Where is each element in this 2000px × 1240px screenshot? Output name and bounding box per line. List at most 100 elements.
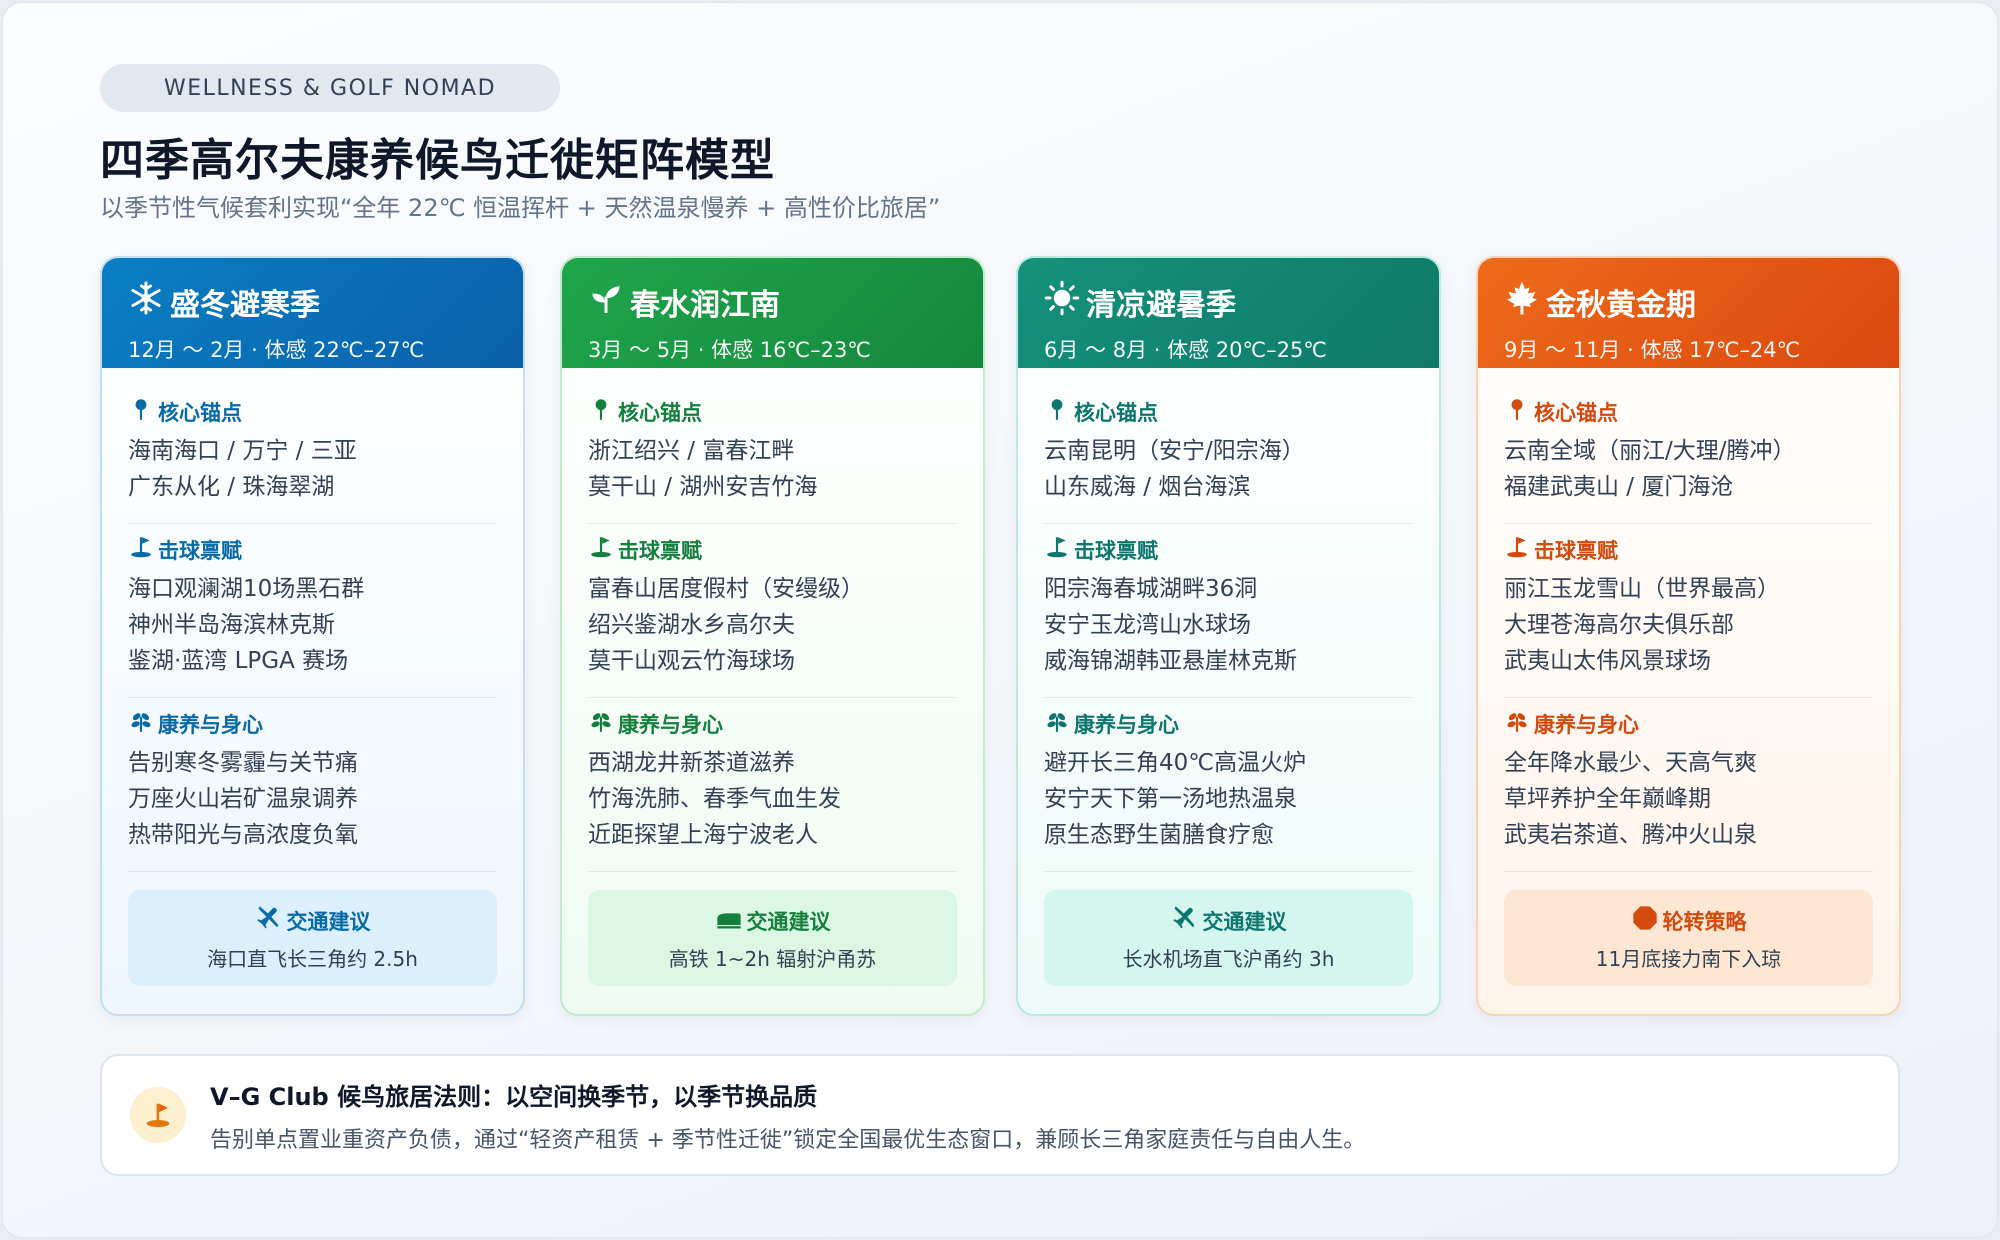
list-item: 云南昆明（安宁/阳宗海） xyxy=(1044,438,1305,464)
list-item: 武夷岩茶道、腾冲火山泉 xyxy=(1504,822,1757,848)
card-title: 清凉避暑季 xyxy=(1086,288,1236,323)
header-badge: WELLNESS & GOLF NOMAD xyxy=(100,64,560,112)
list-item: 海口观澜湖10场黑石群 xyxy=(128,576,365,602)
list-item: 浙江绍兴 / 富春江畔 xyxy=(588,438,795,464)
list-item: 广东从化 / 珠海翠湖 xyxy=(128,474,335,500)
list-item: 热带阳光与高浓度负氧 xyxy=(128,822,358,848)
anchor-section: 核心锚点 海南海口 / 万宁 / 三亚 广东从化 / 珠海翠湖 xyxy=(128,386,497,524)
stop-icon xyxy=(1631,904,1659,937)
list-item: 全年降水最少、天高气爽 xyxy=(1504,750,1757,776)
list-item: 万座火山岩矿温泉调养 xyxy=(128,786,358,812)
card-title: 盛冬避寒季 xyxy=(170,288,320,323)
transport-box: 轮转策略 11月底接力南下入琼 xyxy=(1504,890,1873,986)
pin-icon xyxy=(1044,396,1070,427)
list-item: 近距探望上海宁波老人 xyxy=(588,822,818,848)
list-item: 莫干山 / 湖州安吉竹海 xyxy=(588,474,818,500)
golf-flag-icon xyxy=(588,534,614,565)
section-label: 核心锚点 xyxy=(618,400,702,425)
golf-flag-icon xyxy=(128,534,154,565)
list-item: 竹海洗肺、春季气血生发 xyxy=(588,786,841,812)
transport-label: 交通建议 xyxy=(746,909,831,934)
list-item: 安宁玉龙湾山水球场 xyxy=(1044,612,1251,638)
list-item: 山东威海 / 烟台海滨 xyxy=(1044,474,1251,500)
list-item: 海南海口 / 万宁 / 三亚 xyxy=(128,438,357,464)
footer-callout: V–G Club 候鸟旅居法则：以空间换季节，以季节换品质 告别单点置业重资产负… xyxy=(100,1054,1900,1176)
list-item: 阳宗海春城湖畔36洞 xyxy=(1044,576,1258,602)
golf-flag-icon xyxy=(1044,534,1070,565)
section-label: 核心锚点 xyxy=(1074,400,1158,425)
list-item: 神州半岛海滨林克斯 xyxy=(128,612,335,638)
list-item: 富春山居度假村（安缦级） xyxy=(588,576,864,602)
transport-box: 交通建议 高铁 1~2h 辐射沪甬苏 xyxy=(588,890,957,986)
card-range: 12月 ～ 2月 · 体感 22℃–27℃ xyxy=(128,338,425,362)
golf-section: 击球禀赋 阳宗海春城湖畔36洞 安宁玉龙湾山水球场 威海锦湖韩亚悬崖林克斯 xyxy=(1044,524,1413,698)
season-card-autumn: 金秋黄金期 9月 ～ 11月 · 体感 17℃–24℃ 核心锚点 云南全域（丽江… xyxy=(1476,256,1901,1016)
list-item: 西湖龙井新茶道滋养 xyxy=(588,750,795,776)
golf-flag-icon xyxy=(130,1087,186,1143)
section-label: 核心锚点 xyxy=(1534,400,1618,425)
footer-body: 告别单点置业重资产负债，通过“轻资产租赁 + 季节性迁徙”锁定全国最优生态窗口，… xyxy=(210,1127,1366,1153)
list-item: 绍兴鉴湖水乡高尔夫 xyxy=(588,612,795,638)
sun-icon xyxy=(1044,280,1080,324)
footer-title: V–G Club 候鸟旅居法则：以空间换季节，以季节换品质 xyxy=(210,1082,818,1111)
wellness-section: 康养与身心 西湖龙井新茶道滋养 竹海洗肺、春季气血生发 近距探望上海宁波老人 xyxy=(588,698,957,872)
list-item: 福建武夷山 / 厦门海沧 xyxy=(1504,474,1734,500)
leaf-icon xyxy=(1044,708,1070,739)
list-item: 云南全域（丽江/大理/腾冲） xyxy=(1504,438,1796,464)
pin-icon xyxy=(588,396,614,427)
wellness-section: 康养与身心 全年降水最少、天高气爽 草坪养护全年巅峰期 武夷岩茶道、腾冲火山泉 xyxy=(1504,698,1873,872)
transport-label: 交通建议 xyxy=(1202,909,1287,934)
list-item: 原生态野生菌膳食疗愈 xyxy=(1044,822,1274,848)
golf-section: 击球禀赋 丽江玉龙雪山（世界最高） 大理苍海高尔夫俱乐部 武夷山太伟风景球场 xyxy=(1504,524,1873,698)
season-card-summer: 清凉避暑季 6月 ～ 8月 · 体感 20℃–25℃ 核心锚点 云南昆明（安宁/… xyxy=(1016,256,1441,1016)
section-label: 康养与身心 xyxy=(1074,712,1179,737)
plane-icon xyxy=(1171,904,1199,937)
pin-icon xyxy=(128,396,154,427)
list-item: 大理苍海高尔夫俱乐部 xyxy=(1504,612,1734,638)
list-item: 安宁天下第一汤地热温泉 xyxy=(1044,786,1297,812)
section-label: 康养与身心 xyxy=(1534,712,1639,737)
transport-box: 交通建议 海口直飞长三角约 2.5h xyxy=(128,890,497,986)
card-range: 3月 ～ 5月 · 体感 16℃–23℃ xyxy=(588,338,871,362)
maple-leaf-icon xyxy=(1504,280,1540,324)
transport-text: 高铁 1~2h 辐射沪甬苏 xyxy=(668,947,877,971)
list-item: 莫干山观云竹海球场 xyxy=(588,648,795,674)
section-label: 击球禀赋 xyxy=(1534,538,1618,563)
anchor-section: 核心锚点 云南全域（丽江/大理/腾冲） 福建武夷山 / 厦门海沧 xyxy=(1504,386,1873,524)
transport-text: 海口直飞长三角约 2.5h xyxy=(207,947,418,971)
sprout-icon xyxy=(588,280,624,324)
wellness-section: 康养与身心 告别寒冬雾霾与关节痛 万座火山岩矿温泉调养 热带阳光与高浓度负氧 xyxy=(128,698,497,872)
snowflake-icon xyxy=(128,280,164,324)
section-label: 击球禀赋 xyxy=(618,538,702,563)
section-label: 康养与身心 xyxy=(618,712,723,737)
list-item: 避开长三角40℃高温火炉 xyxy=(1044,750,1307,776)
leaf-icon xyxy=(1504,708,1530,739)
transport-box: 交通建议 长水机场直飞沪甬约 3h xyxy=(1044,890,1413,986)
card-header: 金秋黄金期 9月 ～ 11月 · 体感 17℃–24℃ xyxy=(1478,258,1899,368)
season-card-winter: 盛冬避寒季 12月 ～ 2月 · 体感 22℃–27℃ 核心锚点 海南海口 / … xyxy=(100,256,525,1016)
list-item: 威海锦湖韩亚悬崖林克斯 xyxy=(1044,648,1297,674)
transport-text: 11月底接力南下入琼 xyxy=(1595,947,1782,971)
list-item: 武夷山太伟风景球场 xyxy=(1504,648,1711,674)
card-title: 金秋黄金期 xyxy=(1546,288,1696,323)
card-header: 盛冬避寒季 12月 ～ 2月 · 体感 22℃–27℃ xyxy=(102,258,523,368)
season-card-spring: 春水润江南 3月 ～ 5月 · 体感 16℃–23℃ 核心锚点 浙江绍兴 / 富… xyxy=(560,256,985,1016)
card-range: 6月 ～ 8月 · 体感 20℃–25℃ xyxy=(1044,338,1327,362)
section-label: 核心锚点 xyxy=(158,400,242,425)
leaf-icon xyxy=(128,708,154,739)
golf-section: 击球禀赋 富春山居度假村（安缦级） 绍兴鉴湖水乡高尔夫 莫干山观云竹海球场 xyxy=(588,524,957,698)
card-title: 春水润江南 xyxy=(630,288,780,323)
page-title: 四季高尔夫康养候鸟迁徙矩阵模型 xyxy=(100,135,775,186)
section-label: 康养与身心 xyxy=(158,712,263,737)
card-range: 9月 ～ 11月 · 体感 17℃–24℃ xyxy=(1504,338,1801,362)
list-item: 鉴湖·蓝湾 LPGA 赛场 xyxy=(128,648,349,674)
list-item: 告别寒冬雾霾与关节痛 xyxy=(128,750,358,776)
section-label: 击球禀赋 xyxy=(1074,538,1158,563)
card-header: 春水润江南 3月 ～ 5月 · 体感 16℃–23℃ xyxy=(562,258,983,368)
card-header: 清凉避暑季 6月 ～ 8月 · 体感 20℃–25℃ xyxy=(1018,258,1439,368)
list-item: 丽江玉龙雪山（世界最高） xyxy=(1504,576,1780,602)
anchor-section: 核心锚点 浙江绍兴 / 富春江畔 莫干山 / 湖州安吉竹海 xyxy=(588,386,957,524)
transport-text: 长水机场直飞沪甬约 3h xyxy=(1122,947,1335,971)
plane-icon xyxy=(255,904,283,937)
list-item: 草坪养护全年巅峰期 xyxy=(1504,786,1711,812)
